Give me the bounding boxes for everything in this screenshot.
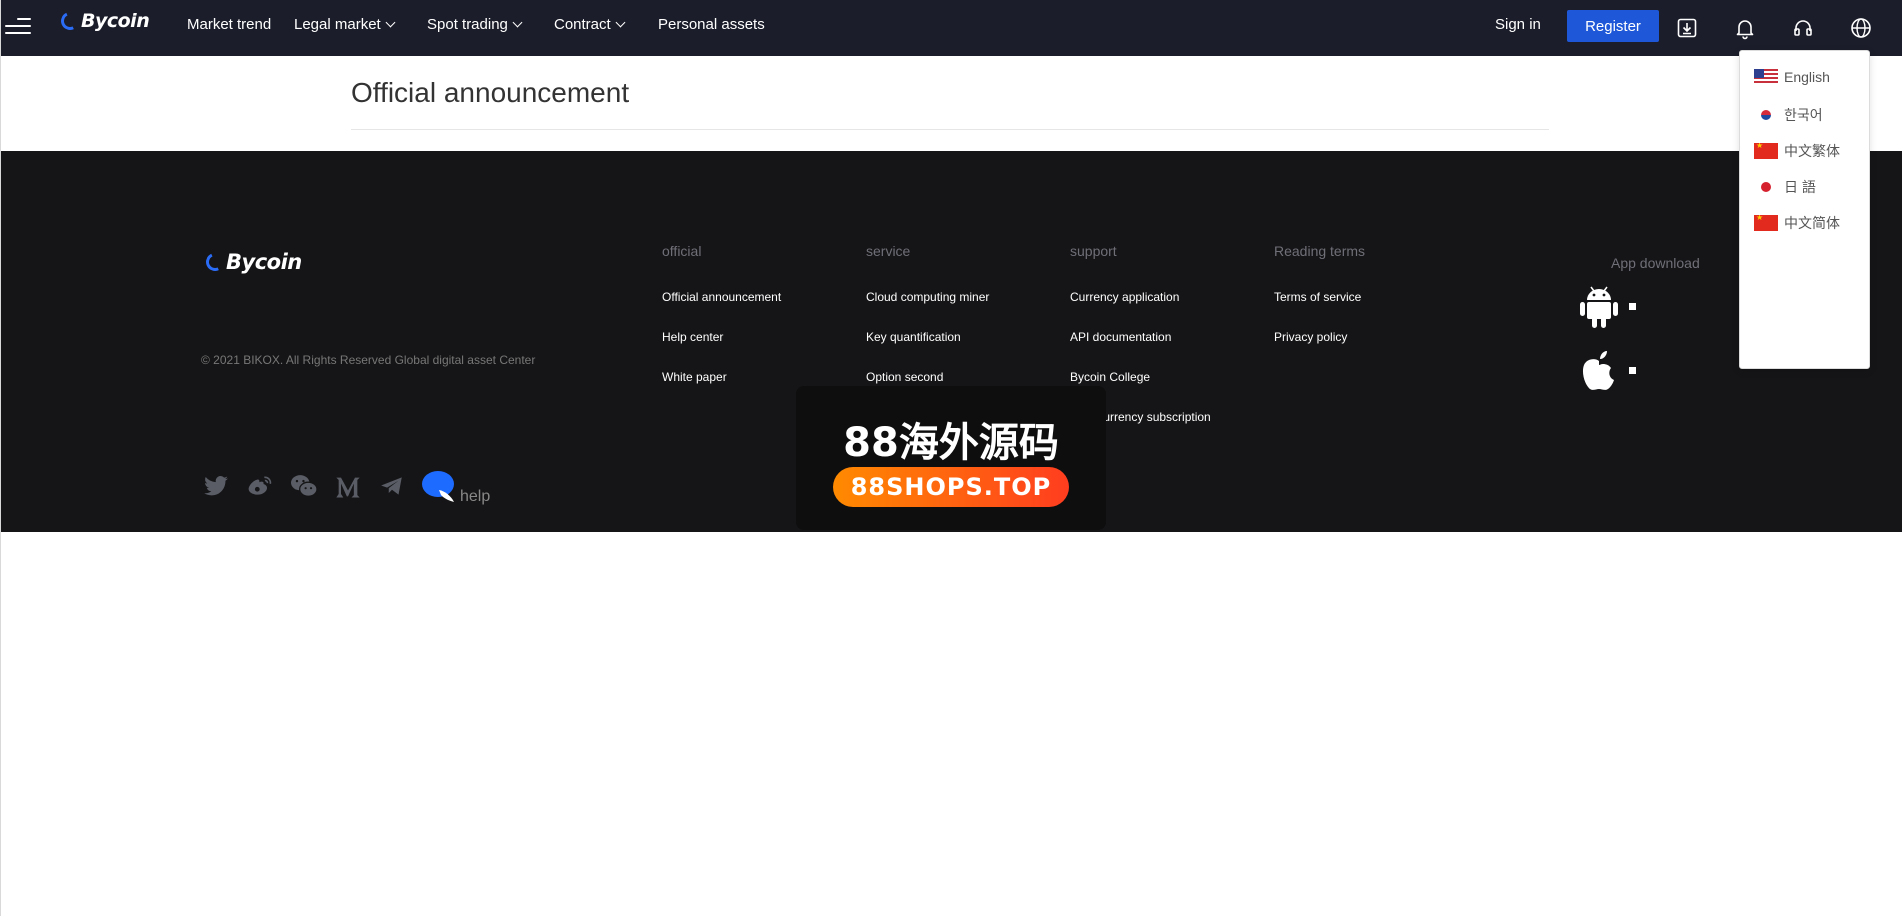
nav-personal-assets[interactable]: Personal assets [658, 16, 765, 33]
globe-icon[interactable] [1849, 16, 1873, 40]
footer-link-cloud-computing-miner[interactable]: Cloud computing miner [866, 290, 989, 330]
footer-logo[interactable]: Bycoin [203, 250, 302, 274]
column-heading: Reading terms [1274, 243, 1366, 259]
language-label: 日 語 [1784, 179, 1816, 195]
chevron-down-icon [512, 17, 523, 27]
nav-spot-trading[interactable]: Spot trading [427, 16, 523, 33]
footer-link-official-announcement[interactable]: Official announcement [662, 290, 781, 330]
copyright: © 2021 BIKOX. All Rights Reserved Global… [201, 353, 536, 367]
watermark-title: 88海外源码 [843, 420, 1059, 466]
app-download-heading: App download [1611, 255, 1700, 271]
japan-flag-icon [1754, 179, 1778, 195]
footer-link-currency-application[interactable]: Currency application [1070, 290, 1211, 330]
menu-icon[interactable] [5, 18, 31, 36]
language-option-korean[interactable]: 한국어 [1754, 105, 1823, 125]
logo-text: Bycoin [226, 250, 302, 274]
help-link[interactable]: help [460, 488, 490, 506]
nav-contract[interactable]: Contract [554, 16, 626, 33]
nav-label: Contract [554, 16, 611, 33]
page-title: Official announcement [351, 77, 630, 108]
footer-link-key-quantification[interactable]: Key quantification [866, 330, 989, 370]
chevron-down-icon [385, 17, 396, 27]
telegram-icon[interactable] [378, 473, 406, 499]
logo-mark-icon [58, 9, 82, 33]
footer-link-privacy-policy[interactable]: Privacy policy [1274, 330, 1365, 370]
medium-icon[interactable] [332, 473, 364, 501]
qr-code-icon[interactable] [1629, 367, 1636, 374]
apple-icon[interactable] [1579, 347, 1619, 395]
divider [351, 129, 1549, 130]
register-button[interactable]: Register [1567, 10, 1659, 42]
download-icon[interactable] [1675, 16, 1699, 40]
sign-in-link[interactable]: Sign in [1495, 16, 1541, 33]
language-label: English [1784, 69, 1830, 85]
footer-column-reading-terms: Reading terms Terms of service Privacy p… [1274, 243, 1365, 370]
footer-link-api-documentation[interactable]: API documentation [1070, 330, 1211, 370]
language-label: 한국어 [1784, 107, 1823, 123]
language-label: 中文繁体 [1784, 143, 1840, 159]
china-flag-icon [1754, 143, 1778, 159]
china-flag-icon [1754, 215, 1778, 231]
headset-icon[interactable] [1791, 16, 1815, 40]
wechat-icon[interactable] [288, 473, 320, 499]
weibo-icon[interactable] [245, 473, 275, 499]
language-option-simplified-chinese[interactable]: 中文简体 [1754, 213, 1840, 233]
qr-code-icon[interactable] [1629, 303, 1636, 310]
footer-column-official: official Official announcement Help cent… [662, 243, 781, 410]
footer-column-service: service Cloud computing miner Key quanti… [866, 243, 989, 410]
chat-bubble-icon[interactable] [421, 470, 457, 504]
language-option-traditional-chinese[interactable]: 中文繁体 [1754, 141, 1840, 161]
language-label: 中文简体 [1784, 215, 1840, 231]
korea-flag-icon [1754, 107, 1778, 123]
top-navigation: Bycoin Market trend Legal market Spot tr… [1, 0, 1902, 56]
us-flag-icon [1754, 69, 1778, 85]
footer-link-white-paper[interactable]: White paper [662, 370, 781, 410]
nav-label: Personal assets [658, 16, 765, 33]
chevron-down-icon [615, 17, 626, 27]
language-option-japanese[interactable]: 日 語 [1754, 177, 1816, 197]
watermark-overlay: 88海外源码 88SHOPS.TOP [796, 386, 1106, 530]
logo-text: Bycoin [81, 10, 150, 32]
nav-label: Market trend [187, 16, 272, 33]
logo-mark-icon [203, 250, 227, 274]
column-heading: support [1070, 243, 1117, 259]
android-icon[interactable] [1579, 284, 1619, 330]
watermark-url: 88SHOPS.TOP [833, 467, 1069, 507]
nav-label: Spot trading [427, 16, 508, 33]
nav-legal-market[interactable]: Legal market [294, 16, 396, 33]
bell-icon[interactable] [1733, 16, 1757, 40]
footer-link-terms-of-service[interactable]: Terms of service [1274, 290, 1365, 330]
twitter-icon[interactable] [201, 473, 231, 499]
column-heading: official [662, 243, 702, 259]
page: Bycoin Market trend Legal market Spot tr… [0, 0, 1902, 916]
language-option-english[interactable]: English [1754, 69, 1830, 85]
logo[interactable]: Bycoin [58, 9, 150, 33]
language-dropdown: English 한국어 中文繁体 日 語 中文简体 [1739, 50, 1870, 369]
nav-label: Legal market [294, 16, 381, 33]
column-heading: service [866, 243, 911, 259]
nav-market-trend[interactable]: Market trend [187, 16, 271, 33]
footer-link-help-center[interactable]: Help center [662, 330, 781, 370]
